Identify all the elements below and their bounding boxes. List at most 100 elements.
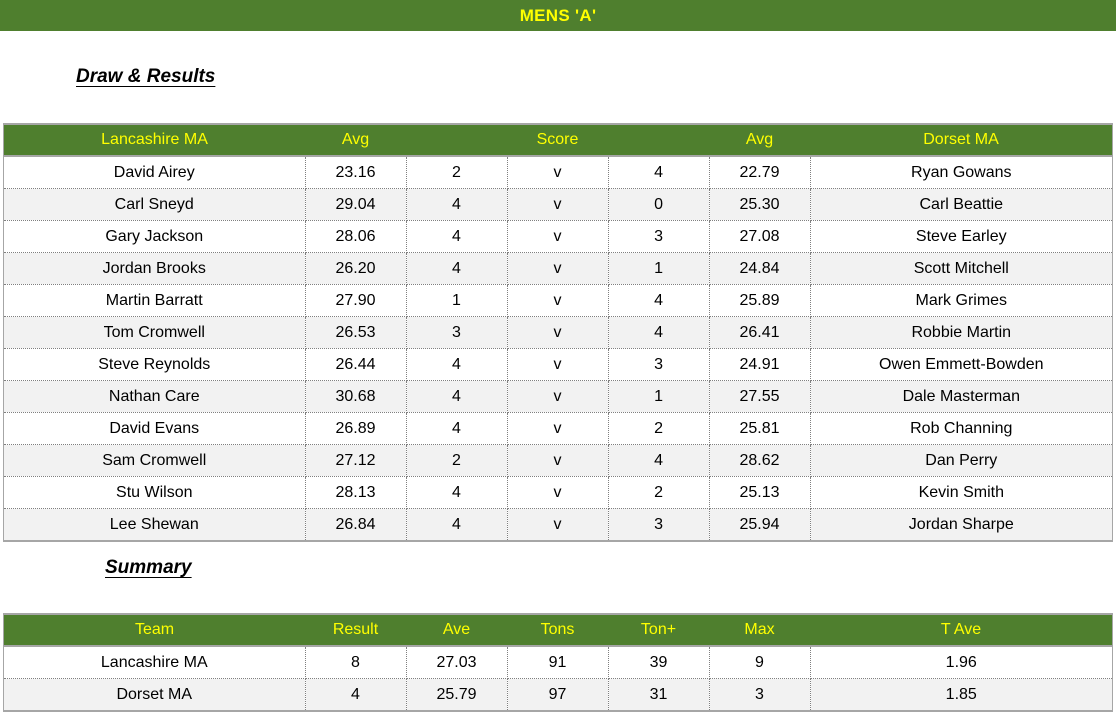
cell-home-avg: 26.89 bbox=[305, 412, 407, 445]
cell-away-player: Dale Masterman bbox=[810, 380, 1113, 413]
cell-away-score: 1 bbox=[608, 252, 710, 285]
cell-away-score: 2 bbox=[608, 412, 710, 445]
header-away-avg: Avg bbox=[709, 125, 811, 157]
summary-table: Team Result Ave Tons Ton+ Max T Ave Lanc… bbox=[4, 615, 1112, 710]
cell-home-avg: 26.84 bbox=[305, 508, 407, 540]
table-row: Carl Sneyd 29.04 4 v 0 25.30 Carl Beattie bbox=[4, 188, 1113, 221]
cell-home-player: David Airey bbox=[4, 156, 306, 189]
cell-away-avg: 25.94 bbox=[709, 508, 811, 540]
cell-home-score: 1 bbox=[406, 284, 508, 317]
cell-result: 8 bbox=[305, 646, 407, 679]
cell-home-score: 3 bbox=[406, 316, 508, 349]
cell-away-player: Rob Channing bbox=[810, 412, 1113, 445]
header-max: Max bbox=[709, 615, 810, 647]
cell-away-avg: 26.41 bbox=[709, 316, 811, 349]
cell-away-score: 3 bbox=[608, 220, 710, 253]
cell-away-avg: 25.30 bbox=[709, 188, 811, 221]
cell-away-score: 3 bbox=[608, 348, 710, 381]
cell-home-avg: 28.13 bbox=[305, 476, 407, 509]
header-result: Result bbox=[305, 615, 406, 647]
cell-home-score: 2 bbox=[406, 156, 508, 189]
cell-away-avg: 25.81 bbox=[709, 412, 811, 445]
cell-versus: v bbox=[507, 156, 609, 189]
header-team: Team bbox=[4, 615, 305, 647]
cell-home-avg: 27.90 bbox=[305, 284, 407, 317]
cell-away-avg: 27.55 bbox=[709, 380, 811, 413]
cell-away-player: Ryan Gowans bbox=[810, 156, 1113, 189]
cell-away-player: Dan Perry bbox=[810, 444, 1113, 477]
cell-away-score: 4 bbox=[608, 284, 710, 317]
table-row: David Evans 26.89 4 v 2 25.81 Rob Channing bbox=[4, 412, 1113, 445]
table-row: Jordan Brooks 26.20 4 v 1 24.84 Scott Mitchell bbox=[4, 252, 1113, 285]
cell-home-avg: 30.68 bbox=[305, 380, 407, 413]
header-lancashire-ma: Lancashire MA bbox=[4, 125, 305, 157]
cell-versus: v bbox=[507, 284, 609, 317]
cell-versus: v bbox=[507, 412, 609, 445]
table-row: Nathan Care 30.68 4 v 1 27.55 Dale Masterman bbox=[4, 380, 1113, 413]
page-title: MENS 'A' bbox=[519, 5, 597, 25]
cell-home-player: Jordan Brooks bbox=[4, 252, 306, 285]
cell-home-score: 4 bbox=[406, 476, 508, 509]
header-ton-plus: Ton+ bbox=[608, 615, 709, 647]
cell-home-avg: 26.53 bbox=[305, 316, 407, 349]
cell-away-player: Carl Beattie bbox=[810, 188, 1113, 221]
cell-away-player: Jordan Sharpe bbox=[810, 508, 1113, 540]
cell-ave: 25.79 bbox=[406, 678, 508, 710]
cell-team: Lancashire MA bbox=[4, 646, 306, 679]
table-row: Stu Wilson 28.13 4 v 2 25.13 Kevin Smith bbox=[4, 476, 1113, 509]
cell-home-player: Gary Jackson bbox=[4, 220, 306, 253]
cell-away-score: 0 bbox=[608, 188, 710, 221]
cell-away-score: 4 bbox=[608, 156, 710, 189]
cell-versus: v bbox=[507, 348, 609, 381]
cell-away-avg: 24.91 bbox=[709, 348, 811, 381]
table-row: Lancashire MA 8 27.03 91 39 9 1.96 bbox=[4, 646, 1112, 679]
cell-home-player: Carl Sneyd bbox=[4, 188, 306, 221]
cell-result: 4 bbox=[305, 678, 407, 710]
summary-table-container: Team Result Ave Tons Ton+ Max T Ave Lanc… bbox=[3, 613, 1113, 712]
cell-away-score: 4 bbox=[608, 444, 710, 477]
header-dorset-ma: Dorset MA bbox=[810, 125, 1113, 157]
cell-home-player: Stu Wilson bbox=[4, 476, 306, 509]
cell-away-score: 2 bbox=[608, 476, 710, 509]
cell-max: 3 bbox=[709, 678, 811, 710]
cell-home-avg: 28.06 bbox=[305, 220, 407, 253]
cell-home-score: 4 bbox=[406, 220, 508, 253]
cell-away-avg: 24.84 bbox=[709, 252, 811, 285]
cell-away-player: Owen Emmett-Bowden bbox=[810, 348, 1113, 381]
cell-home-score: 4 bbox=[406, 188, 508, 221]
cell-tons: 97 bbox=[507, 678, 609, 710]
table-row: Martin Barratt 27.90 1 v 4 25.89 Mark Grimes bbox=[4, 284, 1113, 317]
cell-home-avg: 29.04 bbox=[305, 188, 407, 221]
cell-home-player: Lee Shewan bbox=[4, 508, 306, 540]
cell-home-avg: 23.16 bbox=[305, 156, 407, 189]
table-row: Tom Cromwell 26.53 3 v 4 26.41 Robbie Martin bbox=[4, 316, 1113, 349]
cell-away-avg: 28.62 bbox=[709, 444, 811, 477]
cell-home-avg: 26.20 bbox=[305, 252, 407, 285]
summary-table-header-row: Team Result Ave Tons Ton+ Max T Ave bbox=[4, 615, 1112, 647]
header-score: Score bbox=[406, 125, 710, 157]
header-tons: Tons bbox=[507, 615, 608, 647]
cell-home-score: 2 bbox=[406, 444, 508, 477]
cell-versus: v bbox=[507, 380, 609, 413]
cell-away-avg: 27.08 bbox=[709, 220, 811, 253]
cell-away-avg: 22.79 bbox=[709, 156, 811, 189]
cell-ave: 27.03 bbox=[406, 646, 508, 679]
cell-versus: v bbox=[507, 444, 609, 477]
cell-home-score: 4 bbox=[406, 348, 508, 381]
cell-home-score: 4 bbox=[406, 412, 508, 445]
cell-max: 9 bbox=[709, 646, 811, 679]
cell-away-player: Robbie Martin bbox=[810, 316, 1113, 349]
cell-team: Dorset MA bbox=[4, 678, 306, 710]
table-row: Gary Jackson 28.06 4 v 3 27.08 Steve Earley bbox=[4, 220, 1113, 253]
table-row: Lee Shewan 26.84 4 v 3 25.94 Jordan Sharpe bbox=[4, 508, 1113, 540]
table-row: Steve Reynolds 26.44 4 v 3 24.91 Owen Emmett-B… bbox=[4, 348, 1113, 381]
header-ave: Ave bbox=[406, 615, 507, 647]
cell-versus: v bbox=[507, 316, 609, 349]
cell-versus: v bbox=[507, 476, 609, 509]
cell-away-score: 3 bbox=[608, 508, 710, 540]
cell-ton-plus: 39 bbox=[608, 646, 710, 679]
table-row: Sam Cromwell 27.12 2 v 4 28.62 Dan Perry bbox=[4, 444, 1113, 477]
cell-away-avg: 25.89 bbox=[709, 284, 811, 317]
cell-versus: v bbox=[507, 252, 609, 285]
table-row: Dorset MA 4 25.79 97 31 3 1.85 bbox=[4, 678, 1112, 710]
